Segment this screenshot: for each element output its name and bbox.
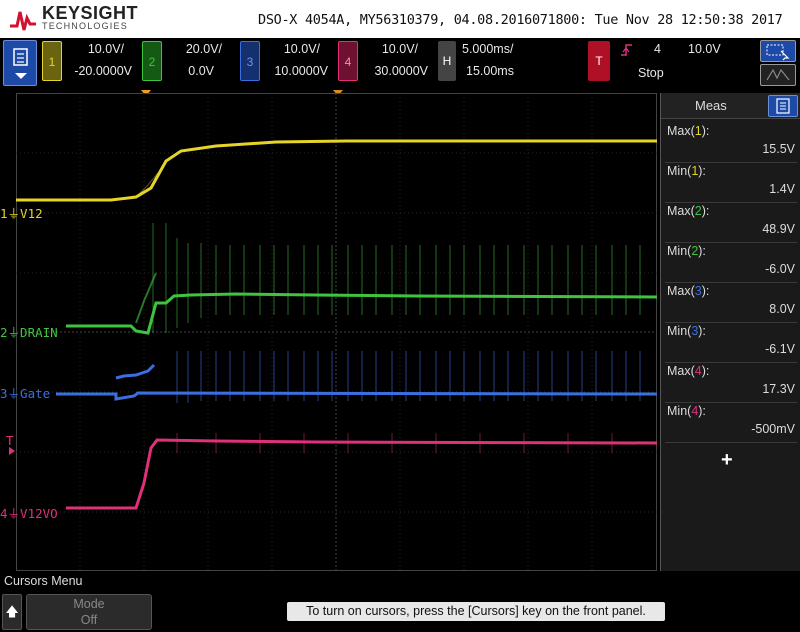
meas-item-max-3[interactable]: Max(3): 8.0V — [667, 281, 795, 321]
meas-value: -500mV — [751, 422, 795, 436]
meas-label: Min( — [667, 324, 692, 338]
meas-item-min-1[interactable]: Min(1): 1.4V — [667, 161, 795, 201]
keysight-logo: KEYSIGHT TECHNOLOGIES — [8, 2, 138, 34]
keysight-wave-icon — [10, 11, 36, 31]
meas-channel: 4 — [691, 404, 699, 418]
meas-title: Meas — [695, 98, 727, 113]
channel-1-label[interactable]: 1⏚V12 — [0, 203, 43, 222]
back-button[interactable]: 🡅 — [2, 594, 22, 630]
meas-value: -6.1V — [765, 342, 795, 356]
selection-icon — [766, 44, 790, 61]
channel-4-ground-marker: 4 — [0, 506, 8, 521]
channel-3-badge[interactable]: 3 — [240, 41, 260, 81]
channel-2-offset: 0.0V — [188, 64, 214, 78]
toolbar: 1 10.0V/ -20.0000V 2 20.0V/ 0.0V 3 10.0V… — [0, 38, 800, 90]
graticule-and-traces — [16, 93, 657, 571]
channel-1-name: V12 — [20, 206, 43, 221]
channel-1-scale: 10.0V/ — [87, 42, 124, 56]
channel-1-offset: -20.0000V — [74, 64, 132, 78]
meas-list-icon — [776, 98, 790, 114]
main-menu-button[interactable] — [3, 40, 37, 86]
channel-3-ground-marker: 3 — [0, 386, 8, 401]
add-measurement-button[interactable]: + — [721, 449, 733, 472]
timebase-value: 5.000ms/ — [462, 42, 514, 56]
instrument-info: DSO-X 4054A, MY56310379, 04.08.201607180… — [258, 12, 783, 28]
meas-item-max-2[interactable]: Max(2): 48.9V — [667, 201, 795, 241]
title-bar: KEYSIGHT TECHNOLOGIES DSO-X 4054A, MY563… — [0, 0, 800, 38]
meas-label: Min( — [667, 404, 692, 418]
mode-softkey[interactable]: Mode Off — [26, 594, 152, 630]
meas-header: Meas — [661, 93, 800, 119]
trigger-level-label: T — [6, 433, 14, 448]
channel-4-badge[interactable]: 4 — [338, 41, 358, 81]
up-arrow-icon: 🡅 — [5, 604, 19, 619]
zoom-button[interactable] — [760, 64, 796, 86]
meas-menu-button[interactable] — [768, 95, 798, 117]
trigger-level-arrow-icon — [9, 447, 15, 455]
channel-1-ground-marker: 1 — [0, 206, 8, 221]
channel-2-name: DRAIN — [20, 325, 58, 340]
meas-channel: 1 — [691, 164, 699, 178]
channel-2-badge[interactable]: 2 — [142, 41, 162, 81]
zoom-wave-icon — [766, 68, 790, 81]
delay-value: 15.00ms — [466, 64, 514, 78]
meas-label: Max( — [667, 204, 695, 218]
channel-3-trace — [56, 391, 657, 401]
meas-value: 48.9V — [762, 222, 795, 236]
cursor-hint-message: To turn on cursors, press the [Cursors] … — [287, 602, 665, 621]
brand-sub: TECHNOLOGIES — [42, 21, 128, 31]
channel-4-name: V12VO — [20, 506, 58, 521]
meas-value: 17.3V — [762, 382, 795, 396]
channel-4-scale: 10.0V/ — [381, 42, 418, 56]
meas-value: 8.0V — [769, 302, 795, 316]
meas-label: Min( — [667, 164, 692, 178]
meas-label: Max( — [667, 124, 695, 138]
channel-4-label[interactable]: 4⏚V12VO — [0, 503, 58, 522]
channel-2-ground-marker: 2 — [0, 325, 8, 340]
meas-item-max-1[interactable]: Max(1): 15.5V — [667, 121, 795, 161]
meas-item-max-4[interactable]: Max(4): 17.3V — [667, 361, 795, 401]
meas-item-min-4[interactable]: Min(4): -500mV — [667, 401, 795, 441]
meas-channel: 1 — [694, 124, 702, 138]
meas-item-min-3[interactable]: Min(3): -6.1V — [667, 321, 795, 361]
meas-channel: 2 — [691, 244, 699, 258]
channel-4-offset: 30.0000V — [374, 64, 428, 78]
meas-divider — [665, 442, 797, 443]
rising-edge-icon — [621, 44, 632, 56]
trigger-badge[interactable]: T — [588, 41, 610, 81]
trigger-level: 10.0V — [688, 42, 721, 56]
meas-label: Max( — [667, 284, 695, 298]
meas-item-min-2[interactable]: Min(2): -6.0V — [667, 241, 795, 281]
meas-channel: 3 — [694, 284, 702, 298]
channel-2-label[interactable]: 2⏚DRAIN — [0, 322, 58, 341]
channel-3-offset: 10.0000V — [274, 64, 328, 78]
channel-2-scale: 20.0V/ — [185, 42, 222, 56]
acquisition-status: Stop — [638, 66, 664, 80]
meas-value: 15.5V — [762, 142, 795, 156]
menu-icon — [13, 48, 28, 79]
channel-1-badge[interactable]: 1 — [42, 41, 62, 81]
meas-channel: 4 — [694, 364, 702, 378]
touch-select-button[interactable] — [760, 40, 796, 62]
meas-channel: 2 — [694, 204, 702, 218]
meas-channel: 3 — [691, 324, 699, 338]
waveform-display[interactable] — [16, 93, 657, 571]
channel-3-label[interactable]: 3⏚Gate — [0, 383, 50, 402]
meas-label: Max( — [667, 364, 695, 378]
measurements-panel: Meas Max(1): 15.5V Min(1): 1.4V Max(2): … — [660, 93, 800, 571]
mode-value: Off — [80, 613, 98, 627]
channel-3-name: Gate — [20, 386, 51, 401]
trigger-source: 4 — [654, 42, 661, 56]
channel-3-scale: 10.0V/ — [283, 42, 320, 56]
mode-label: Mode — [73, 597, 105, 611]
meas-value: -6.0V — [765, 262, 795, 276]
trigger-level-marker: T — [6, 433, 14, 448]
softkey-menu-title: Cursors Menu — [4, 574, 83, 588]
meas-value: 1.4V — [769, 182, 795, 196]
meas-label: Min( — [667, 244, 692, 258]
horizontal-badge[interactable]: H — [438, 41, 456, 81]
